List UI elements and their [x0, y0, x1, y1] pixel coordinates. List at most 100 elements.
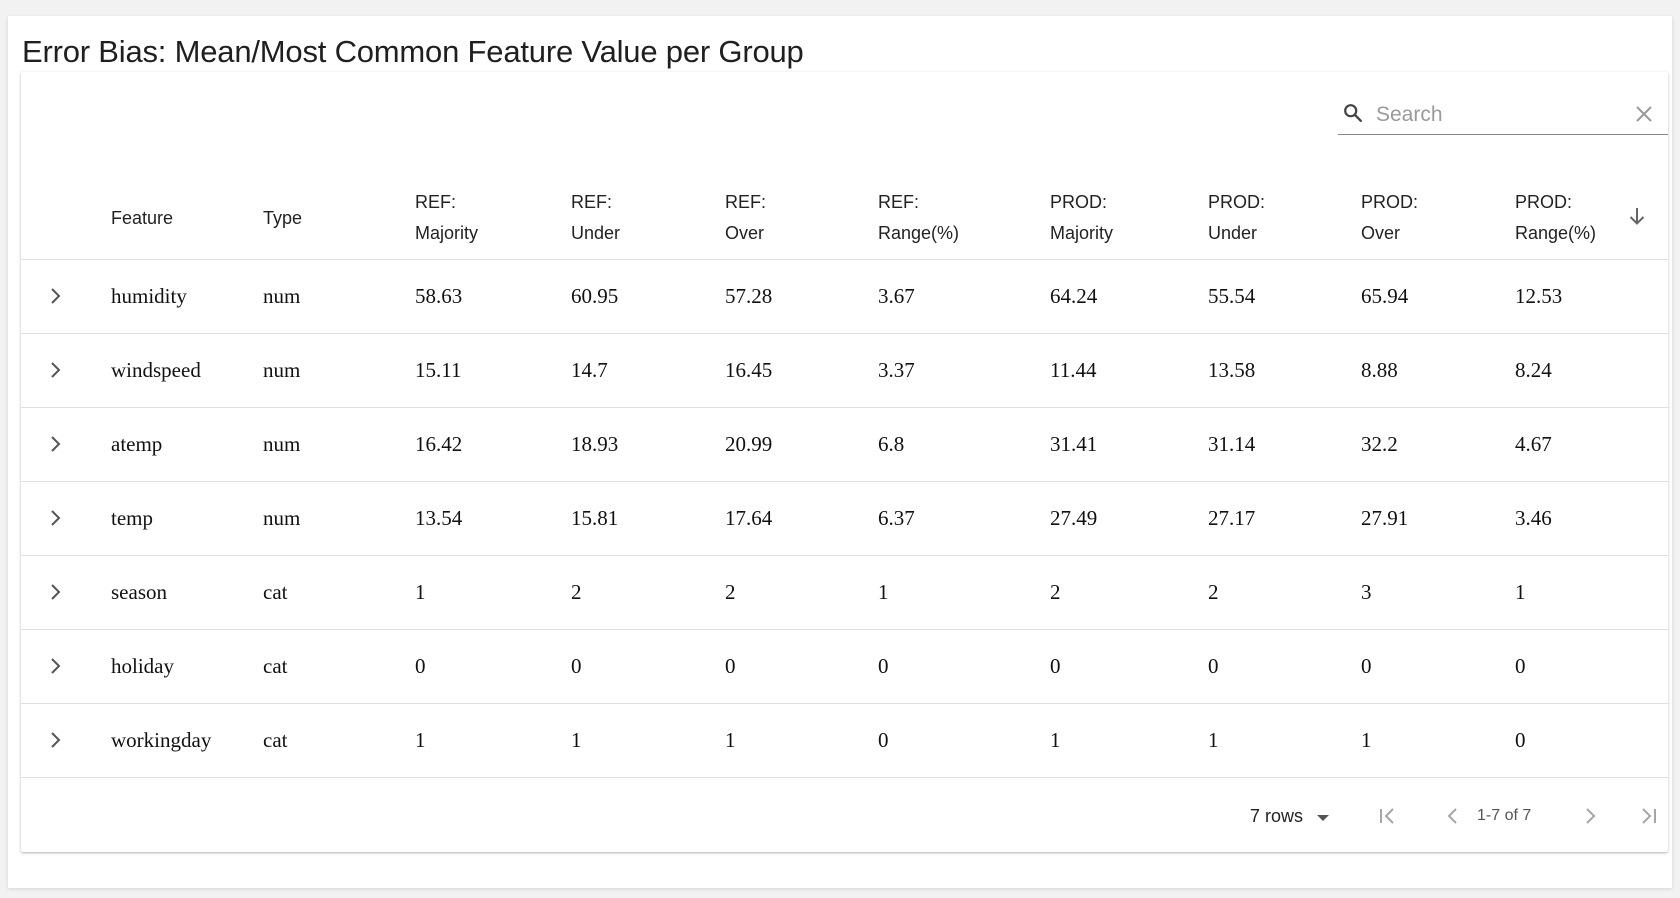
column-header-ref-majority[interactable]: REF: Majority [415, 177, 478, 259]
table-cell: 15.81 [571, 506, 619, 530]
table-cell: 2 [725, 580, 736, 604]
table-cell: 13.58 [1208, 358, 1256, 382]
feature-name-cell: workingday [111, 728, 212, 752]
page-range-label: 1-7 of 7 [1477, 807, 1532, 824]
table-cell: cat [263, 654, 288, 678]
table-card: Feature Type REF: Majority REF: Under RE… [21, 72, 1668, 852]
column-header-prod-majority[interactable]: PROD: Majority [1050, 177, 1113, 259]
table-row: holiday cat 0 0 0 0 0 0 0 0 [21, 630, 1668, 704]
column-header-prod-range[interactable]: PROD: Range(%) [1515, 177, 1596, 259]
column-header-ref-over[interactable]: REF: Over [725, 177, 766, 259]
first-page-icon[interactable] [1374, 802, 1402, 830]
column-header-feature[interactable]: Feature [111, 177, 173, 259]
search-input[interactable] [1374, 98, 1628, 132]
next-page-icon[interactable] [1576, 802, 1604, 830]
column-header-line: Under [1208, 223, 1258, 243]
column-header-ref-range[interactable]: REF: Range(%) [878, 177, 959, 259]
table-row: windspeed num 15.11 14.7 16.45 3.37 11.44 13.58… [21, 334, 1668, 408]
table-row: atemp num 16.42 18.93 20.99 6.8 31.41 31.14 32.2… [21, 408, 1668, 482]
table-cell: 2 [571, 580, 582, 604]
last-page-icon[interactable] [1634, 802, 1662, 830]
table-cell: 12.53 [1515, 284, 1563, 308]
chevron-right-icon[interactable] [41, 578, 69, 606]
table-cell: num [263, 506, 301, 530]
column-header-line: Over [1361, 223, 1401, 243]
column-header-line: Majority [415, 223, 479, 243]
table-cell: 17.64 [725, 506, 773, 530]
table-cell: 0 [1361, 654, 1372, 678]
table-row: humidity num 58.63 60.95 57.28 3.67 64.24 55.54… [21, 260, 1668, 334]
table-cell: 55.54 [1208, 284, 1256, 308]
table-cell: 1 [415, 728, 426, 752]
table-cell: 3.37 [878, 358, 915, 382]
feature-name-cell: windspeed [111, 358, 201, 382]
table-cell: 27.91 [1361, 506, 1409, 530]
table-cell: 2 [1050, 580, 1061, 604]
table-cell: 0 [1208, 654, 1219, 678]
column-header-prod-under[interactable]: PROD: Under [1208, 177, 1265, 259]
table-row: season cat 1 2 2 1 2 2 3 1 [21, 556, 1668, 630]
chevron-right-icon[interactable] [41, 652, 69, 680]
caret-down-icon [1317, 814, 1330, 821]
column-header-line: Range(%) [878, 223, 960, 243]
chevron-right-icon[interactable] [41, 430, 69, 458]
table-cell: 64.24 [1050, 284, 1098, 308]
chevron-right-icon[interactable] [41, 726, 69, 754]
table-cell: 0 [415, 654, 426, 678]
table-cell: 0 [1515, 654, 1526, 678]
table-cell: 4.67 [1515, 432, 1552, 456]
table-cell: 58.63 [415, 284, 463, 308]
table-cell: 0 [878, 654, 889, 678]
feature-name-cell: holiday [111, 654, 174, 678]
column-header-line: Over [725, 223, 765, 243]
chevron-right-icon[interactable] [41, 356, 69, 384]
clear-search-icon[interactable] [1634, 104, 1654, 124]
table-cell: 0 [571, 654, 582, 678]
page-title: Error Bias: Mean/Most Common Feature Val… [22, 34, 804, 69]
table-cell: 32.2 [1361, 432, 1398, 456]
column-header-line: Range(%) [1515, 223, 1597, 243]
panel: Error Bias: Mean/Most Common Feature Val… [8, 16, 1672, 888]
feature-name-cell: humidity [111, 284, 187, 308]
table-row: workingday cat 1 1 1 0 1 1 1 0 [21, 704, 1668, 778]
table-cell: 20.99 [725, 432, 773, 456]
table-cell: 3 [1361, 580, 1372, 604]
column-header-line: Feature [111, 207, 174, 228]
chevron-right-icon[interactable] [41, 504, 69, 532]
feature-name-cell: season [111, 580, 167, 604]
table-cell: 27.17 [1208, 506, 1256, 530]
table-cell: 8.88 [1361, 358, 1398, 382]
table-cell: 31.14 [1208, 432, 1256, 456]
table-cell: 1 [725, 728, 736, 752]
column-header-line: Type [263, 207, 303, 228]
column-header-line: PROD: [1361, 192, 1419, 212]
arrow-down-icon[interactable] [1625, 204, 1649, 228]
table-row: temp num 13.54 15.81 17.64 6.37 27.49 27.17 27.9… [21, 482, 1668, 556]
table-cell: 1 [415, 580, 426, 604]
table-cell: 16.42 [415, 432, 463, 456]
table-cell: 1 [1208, 728, 1219, 752]
feature-name-cell: atemp [111, 432, 163, 456]
previous-page-icon[interactable] [1439, 802, 1467, 830]
table-cell: cat [263, 728, 288, 752]
column-header-line: Majority [1050, 223, 1114, 243]
search-box[interactable] [1338, 94, 1668, 135]
table-cell: 15.11 [415, 358, 462, 382]
table-cell: 31.41 [1050, 432, 1098, 456]
pagination-footer: 7 rows 1-7 of 7 [21, 781, 1668, 852]
column-header-line: REF: [415, 192, 457, 212]
column-header-ref-under[interactable]: REF: Under [571, 177, 620, 259]
table-cell: 0 [878, 728, 889, 752]
rows-per-page-select[interactable]: 7 rows [1250, 799, 1330, 833]
table-cell: 3.67 [878, 284, 915, 308]
table-cell: 1 [1050, 728, 1061, 752]
column-header-line: REF: [571, 192, 613, 212]
table-cell: num [263, 284, 301, 308]
column-header-type[interactable]: Type [263, 177, 302, 259]
feature-name-cell: temp [111, 506, 153, 530]
table-cell: num [263, 432, 301, 456]
table-cell: 11.44 [1050, 358, 1097, 382]
column-header-prod-over[interactable]: PROD: Over [1361, 177, 1418, 259]
chevron-right-icon[interactable] [41, 282, 69, 310]
table-cell: 18.93 [571, 432, 619, 456]
